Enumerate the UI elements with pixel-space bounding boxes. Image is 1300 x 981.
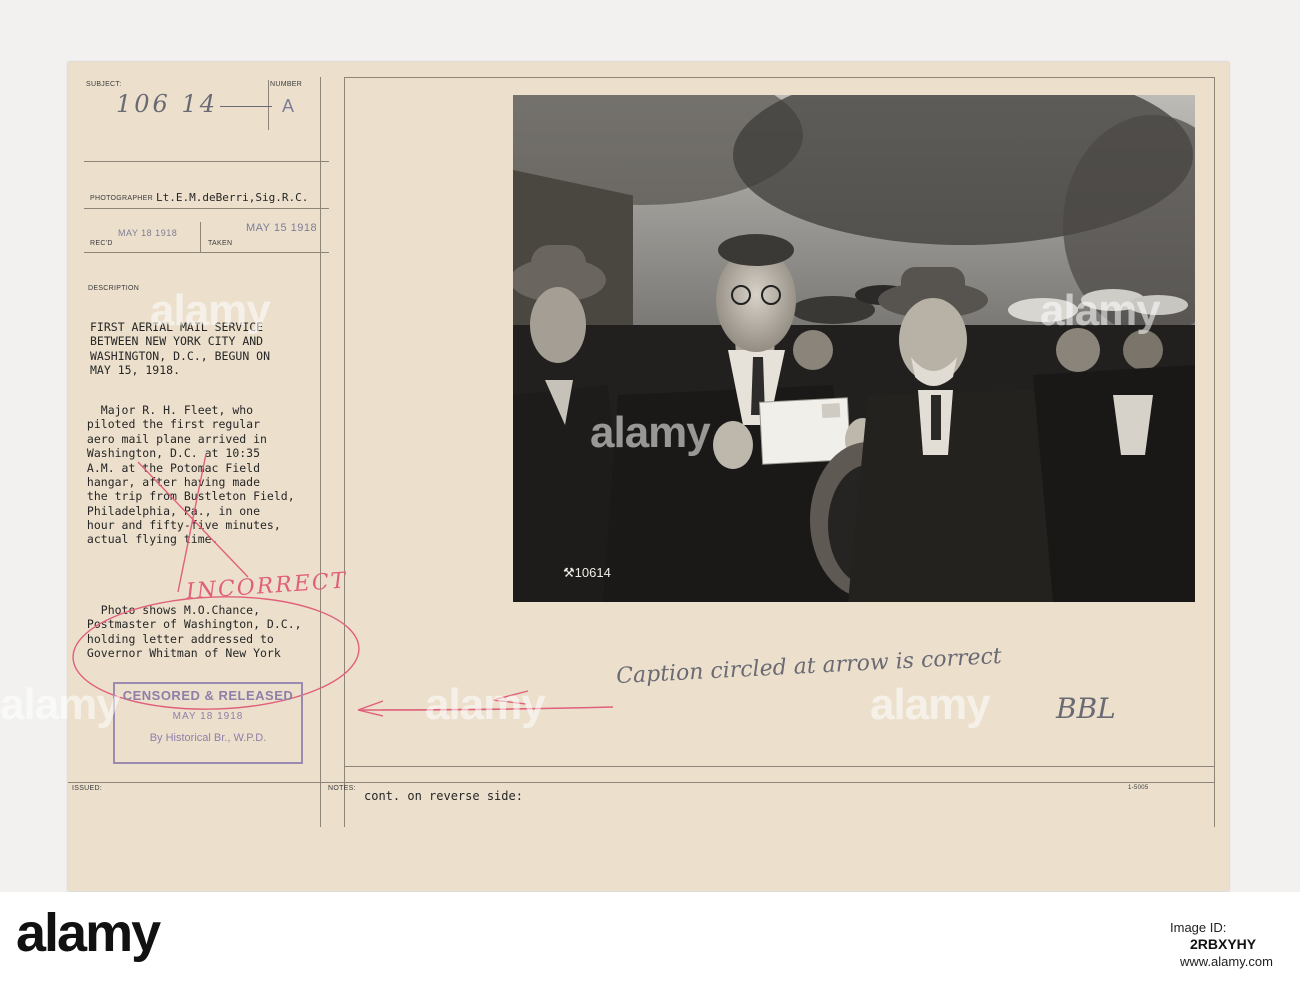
notes-divider xyxy=(320,782,321,827)
date-rule xyxy=(84,252,329,253)
subject-number-strike xyxy=(220,106,272,107)
watermark-left-mid: alamy xyxy=(0,680,121,729)
photo-scene xyxy=(513,95,1195,602)
form-code: 1-5005 xyxy=(1128,785,1149,791)
notes-rule xyxy=(68,782,1215,783)
subject-number: 106 14 xyxy=(116,90,218,118)
issued-label: ISSUED: xyxy=(72,785,103,792)
alamy-url: www.alamy.com xyxy=(1180,954,1273,969)
stamp-line1: CENSORED & RELEASED xyxy=(122,688,294,703)
subject-divider xyxy=(268,80,269,130)
photo-frame-bottom xyxy=(344,766,1215,767)
handwritten-initials: BBL xyxy=(1056,692,1116,725)
censored-stamp: CENSORED & RELEASED MAY 18 1918 By Histo… xyxy=(113,682,303,764)
stamp-line3: By Historical Br., W.P.D. xyxy=(149,732,267,744)
photo-frame-top xyxy=(344,77,1215,78)
watermark-center-top: alamy xyxy=(590,408,711,457)
photographer-name: Lt.E.M.deBerri,Sig.R.C. xyxy=(156,191,309,204)
notes-text: cont. on reverse side: xyxy=(364,789,523,803)
photo-number-value: 10614 xyxy=(574,565,611,580)
photo-number-symbol: ⚒ xyxy=(563,565,575,580)
watermark-right-mid: alamy xyxy=(870,680,991,729)
received-date: MAY 18 1918 xyxy=(118,228,178,238)
historical-photo: ⚒10614 xyxy=(513,95,1195,602)
number-letter: A xyxy=(282,96,295,116)
watermark-left-top: alamy xyxy=(150,286,271,335)
notes-label: NOTES: xyxy=(328,785,356,792)
alamy-logo: alamy xyxy=(16,903,161,963)
branding-strip: alamy Image ID: 2RBXYHY www.alamy.com xyxy=(0,892,1300,981)
watermark-right-top: alamy xyxy=(1040,286,1161,335)
taken-label: TAKEN xyxy=(208,240,233,247)
date-divider xyxy=(200,222,201,252)
photographer-label: PHOTOGRAPHER xyxy=(90,195,153,202)
taken-date: MAY 15 1918 xyxy=(246,222,318,234)
number-label: NUMBER xyxy=(270,81,303,88)
received-label: REC'D xyxy=(90,240,113,247)
photo-frame-right xyxy=(1214,77,1215,827)
image-id-label: Image ID: xyxy=(1170,920,1227,935)
stamp-date: MAY 18 1918 xyxy=(172,711,244,722)
photo-number: ⚒10614 xyxy=(563,565,611,581)
photographer-rule xyxy=(84,208,329,209)
subject-rule xyxy=(84,161,329,162)
description-label: DESCRIPTION xyxy=(88,285,140,292)
image-id: 2RBXYHY xyxy=(1190,936,1257,952)
watermark-center-mid: alamy xyxy=(425,680,546,729)
subject-label: SUBJECT: xyxy=(86,81,122,88)
